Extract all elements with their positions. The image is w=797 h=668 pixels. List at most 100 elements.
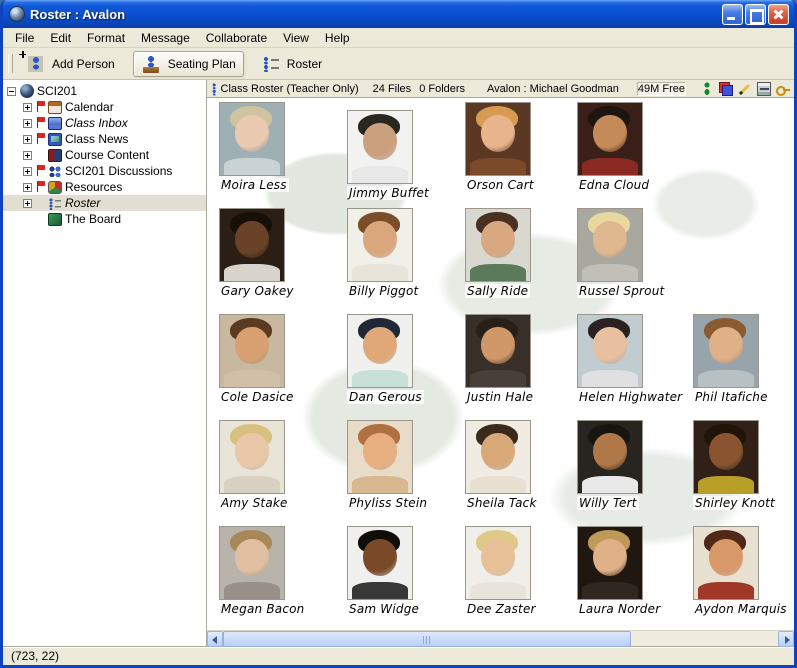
face: [363, 433, 398, 470]
scroll-right-arrow[interactable]: [778, 631, 794, 647]
student-photo[interactable]: [693, 420, 759, 494]
student-photo[interactable]: [347, 208, 413, 282]
student-card: Amy Stake: [213, 420, 341, 526]
permission-icons: [700, 82, 790, 96]
torso: [352, 264, 408, 281]
menu-file[interactable]: File: [7, 29, 42, 47]
close-button[interactable]: [768, 4, 789, 25]
student-photo[interactable]: [577, 420, 643, 494]
menu-help[interactable]: Help: [317, 29, 358, 47]
student-photo[interactable]: [219, 102, 285, 176]
student-name: Jimmy Buffet: [347, 186, 431, 200]
student-photo[interactable]: [577, 314, 643, 388]
student-photo[interactable]: [465, 420, 531, 494]
roster-grid: Moira LessJimmy BuffetOrson CartEdna Clo…: [207, 98, 794, 630]
collapse-icon[interactable]: [7, 87, 16, 96]
tree-item-roster[interactable]: Roster: [3, 195, 206, 211]
maximize-button[interactable]: [745, 4, 766, 25]
expand-icon[interactable]: [23, 199, 32, 208]
tree-item-sci201[interactable]: SCI201: [3, 83, 206, 99]
student-photo[interactable]: [347, 314, 413, 388]
tree-item-the-board[interactable]: The Board: [3, 211, 206, 227]
student-name: Willy Tert: [577, 496, 639, 510]
student-photo[interactable]: [577, 102, 643, 176]
student-name: Phil Itafiche: [693, 390, 770, 404]
student-card: Willy Tert: [571, 420, 687, 526]
tree-item-label: Course Content: [65, 148, 149, 162]
menu-view[interactable]: View: [275, 29, 317, 47]
face: [363, 327, 398, 364]
menu-message[interactable]: Message: [133, 29, 198, 47]
tree-item-resources[interactable]: Resources: [3, 179, 206, 195]
student-card: Moira Less: [213, 102, 341, 208]
student-name: Amy Stake: [219, 496, 290, 510]
student-name: Sally Ride: [465, 284, 530, 298]
expand-icon[interactable]: [23, 151, 32, 160]
seating-plan-button[interactable]: Seating Plan: [133, 51, 244, 77]
toolbar: Add Person Seating Plan Roster: [3, 48, 794, 80]
face: [593, 327, 628, 364]
files-count: 24 Files: [373, 83, 412, 95]
student-photo[interactable]: [219, 420, 285, 494]
student-photo[interactable]: [219, 526, 285, 600]
minimize-button[interactable]: [722, 4, 743, 25]
student-photo[interactable]: [219, 314, 285, 388]
app-globe-icon: [9, 6, 25, 22]
student-photo[interactable]: [577, 526, 643, 600]
expand-icon[interactable]: [23, 183, 32, 192]
student-name: Gary Oakey: [219, 284, 296, 298]
menu-collaborate[interactable]: Collaborate: [198, 29, 275, 47]
student-card: Orson Cart: [459, 102, 571, 208]
student-name: Dan Gerous: [347, 390, 424, 404]
panel-header: Class Roster (Teacher Only) 24 Files 0 F…: [207, 80, 794, 98]
expand-icon[interactable]: [23, 103, 32, 112]
roster-row: Cole DasiceDan GerousJustin HaleHelen Hi…: [213, 314, 794, 420]
tree-item-class-news[interactable]: Class News: [3, 131, 206, 147]
tree-item-class-inbox[interactable]: Class Inbox: [3, 115, 206, 131]
horizontal-scrollbar[interactable]: [207, 630, 794, 646]
roster-row: Gary OakeyBilly PiggotSally RideRussel S…: [213, 208, 794, 314]
news-icon: [48, 133, 62, 146]
protected-icon: [719, 82, 733, 96]
tree-item-course-content[interactable]: Course Content: [3, 147, 206, 163]
student-photo[interactable]: [465, 526, 531, 600]
torso: [224, 370, 280, 387]
tree-item-sci201-discussions[interactable]: SCI201 Discussions: [3, 163, 206, 179]
student-photo[interactable]: [219, 208, 285, 282]
student-photo[interactable]: [465, 314, 531, 388]
student-photo[interactable]: [465, 208, 531, 282]
scroll-left-arrow[interactable]: [207, 631, 223, 647]
torso: [470, 370, 526, 387]
student-photo[interactable]: [347, 526, 413, 600]
student-photo[interactable]: [577, 208, 643, 282]
torso: [352, 582, 408, 599]
expand-icon[interactable]: [23, 167, 32, 176]
roster-button[interactable]: Roster: [254, 52, 330, 76]
roster-icon: [211, 82, 217, 95]
student-card: Cole Dasice: [213, 314, 341, 420]
roster-icon: [48, 197, 62, 210]
expand-icon[interactable]: [23, 135, 32, 144]
student-card: Sheila Tack: [459, 420, 571, 526]
title-bar[interactable]: Roster : Avalon: [3, 0, 794, 28]
torso: [582, 370, 638, 387]
student-photo[interactable]: [347, 110, 413, 184]
student-photo[interactable]: [465, 102, 531, 176]
face: [481, 115, 516, 152]
scrollbar-thumb[interactable]: [223, 631, 631, 647]
add-person-button[interactable]: Add Person: [17, 51, 123, 77]
flag-icon: [36, 101, 46, 113]
menu-format[interactable]: Format: [79, 29, 133, 47]
student-photo[interactable]: [347, 420, 413, 494]
toolbar-label: Add Person: [52, 57, 115, 71]
torso: [582, 582, 638, 599]
expand-icon[interactable]: [23, 119, 32, 128]
roster-row: Amy StakePhyliss SteinSheila TackWilly T…: [213, 420, 794, 526]
tree-item-calendar[interactable]: Calendar: [3, 99, 206, 115]
scrollbar-track[interactable]: [223, 631, 778, 646]
student-photo[interactable]: [693, 526, 759, 600]
student-photo[interactable]: [693, 314, 759, 388]
menu-bar: FileEditFormatMessageCollaborateViewHelp: [3, 28, 794, 48]
menu-edit[interactable]: Edit: [42, 29, 79, 47]
signature-icon: [776, 82, 790, 96]
